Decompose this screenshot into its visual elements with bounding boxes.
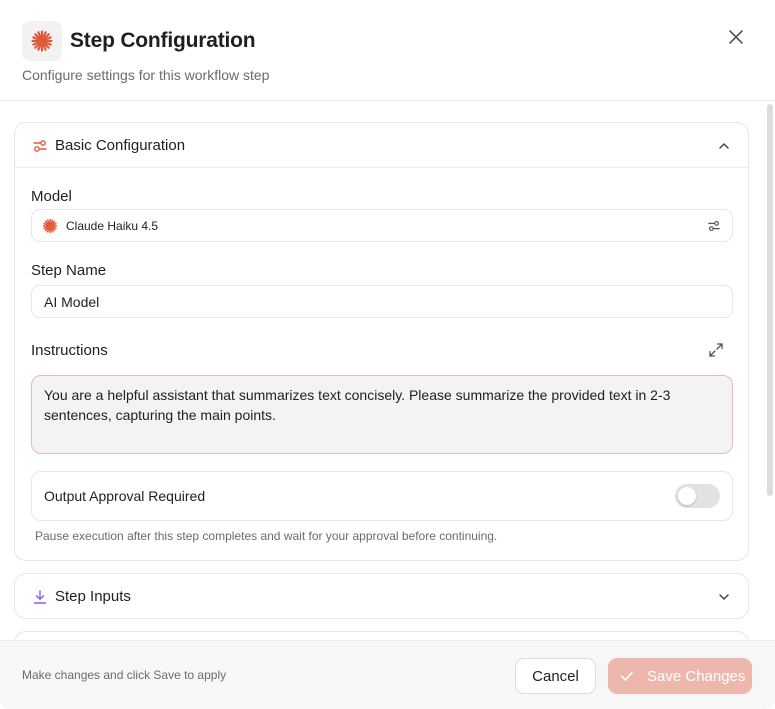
dialog-subtitle: Configure settings for this workflow ste… xyxy=(22,67,270,83)
step-configuration-dialog: Step Configuration Configure settings fo… xyxy=(0,0,775,709)
dialog-footer: Make changes and click Save to apply Can… xyxy=(0,640,775,709)
sliders-icon xyxy=(33,140,47,152)
footer-hint: Make changes and click Save to apply xyxy=(22,668,227,682)
close-icon xyxy=(729,30,743,44)
expand-icon[interactable] xyxy=(708,342,724,358)
next-section-card[interactable] xyxy=(14,631,749,640)
toggle-knob xyxy=(678,487,696,505)
model-settings-icon[interactable] xyxy=(707,219,721,233)
scrollbar[interactable] xyxy=(767,104,773,496)
basic-configuration-title: Basic Configuration xyxy=(55,137,186,154)
chevron-down-icon[interactable] xyxy=(716,589,732,605)
basic-configuration-section: Basic Configuration Model Claude Haiku 4… xyxy=(14,122,749,561)
output-approval-label: Output Approval Required xyxy=(44,488,206,504)
model-selector[interactable]: Claude Haiku 4.5 xyxy=(31,209,733,242)
instructions-label: Instructions xyxy=(31,342,108,359)
output-approval-toggle[interactable] xyxy=(675,484,720,508)
save-changes-button[interactable]: Save Changes xyxy=(608,658,752,694)
step-name-label: Step Name xyxy=(31,262,107,279)
model-value: Claude Haiku 4.5 xyxy=(66,219,159,233)
dialog-body[interactable]: Basic Configuration Model Claude Haiku 4… xyxy=(0,102,775,640)
step-name-input[interactable]: AI Model xyxy=(31,285,733,318)
chevron-up-icon[interactable] xyxy=(716,138,732,154)
model-label: Model xyxy=(31,188,72,205)
claude-logo xyxy=(22,21,62,61)
dialog-title: Step Configuration xyxy=(70,29,256,52)
step-inputs-section[interactable]: Step Inputs xyxy=(14,573,749,619)
instructions-textarea[interactable]: You are a helpful assistant that summari… xyxy=(31,375,733,454)
check-icon xyxy=(621,671,633,681)
asterisk-logo-icon xyxy=(31,30,53,52)
cancel-button[interactable]: Cancel xyxy=(515,658,596,694)
dialog-header: Step Configuration Configure settings fo… xyxy=(0,0,775,101)
output-approval-row: Output Approval Required xyxy=(31,471,733,521)
step-name-value: AI Model xyxy=(44,294,100,310)
output-approval-help: Pause execution after this step complete… xyxy=(35,529,498,543)
close-button[interactable] xyxy=(724,25,748,49)
save-changes-label: Save Changes xyxy=(647,667,746,685)
basic-configuration-header[interactable]: Basic Configuration xyxy=(15,123,748,168)
download-icon xyxy=(33,590,47,604)
step-inputs-title: Step Inputs xyxy=(55,588,131,605)
claude-model-icon xyxy=(42,218,58,234)
